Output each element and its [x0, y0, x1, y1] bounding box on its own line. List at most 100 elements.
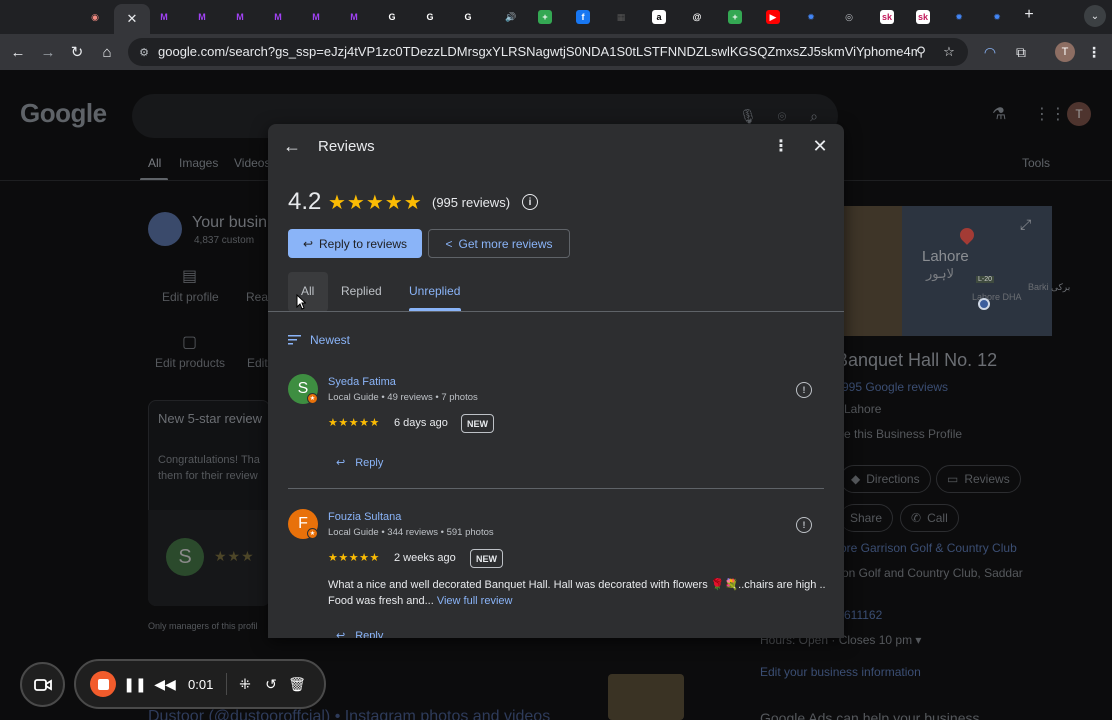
divider: [226, 673, 227, 695]
browser-tab[interactable]: M: [153, 6, 175, 28]
claim-profile-text[interactable]: e this Business Profile: [844, 427, 962, 441]
google-reviews-link[interactable]: 995 Google reviews: [842, 380, 948, 394]
labs-flask-icon[interactable]: ⚗: [992, 104, 1006, 124]
extension-icon[interactable]: ◠: [980, 42, 1000, 62]
browser-tab[interactable]: M: [305, 6, 327, 28]
reload-icon[interactable]: ↻: [67, 42, 87, 62]
reviewer-name[interactable]: Syeda Fatima: [328, 376, 396, 388]
business-photo[interactable]: [840, 206, 902, 336]
directions-button[interactable]: ◆ Directions: [840, 465, 931, 493]
browser-tab[interactable]: M: [267, 6, 289, 28]
browser-tab[interactable]: M: [343, 6, 365, 28]
active-tab[interactable]: ✕: [114, 4, 150, 34]
edit-profile-action[interactable]: Edit profile: [162, 290, 219, 304]
close-icon[interactable]: ✕: [810, 136, 830, 156]
location-icon[interactable]: ⚲: [912, 43, 930, 61]
google-logo[interactable]: Google: [20, 98, 107, 129]
browser-tab[interactable]: ✹: [986, 6, 1008, 28]
new-tab-button[interactable]: +: [1018, 6, 1040, 24]
browser-tab[interactable]: ◎: [838, 6, 860, 28]
pause-icon[interactable]: ❚❚: [123, 675, 146, 693]
edit-action[interactable]: Edit: [247, 356, 268, 370]
expand-map-icon[interactable]: ⤢: [1020, 216, 1031, 233]
bookmark-star-icon[interactable]: ☆: [940, 43, 958, 61]
browser-tab[interactable]: G: [419, 6, 441, 28]
rewind-icon[interactable]: ◀◀: [154, 675, 176, 693]
more-options-icon[interactable]: ⋮: [772, 136, 790, 156]
browser-tab[interactable]: M: [229, 6, 251, 28]
restart-icon[interactable]: ↺: [262, 675, 280, 693]
browser-tab[interactable]: f: [572, 6, 594, 28]
result-thumbnail[interactable]: [608, 674, 684, 720]
browser-tab[interactable]: 🔊: [500, 6, 522, 28]
reviewer-name[interactable]: Fouzia Sultana: [328, 511, 401, 523]
back-arrow-icon[interactable]: ←: [282, 136, 302, 156]
google-account-avatar[interactable]: T: [1067, 102, 1091, 126]
reply-button[interactable]: ↩ Reply: [336, 456, 383, 470]
reply-to-reviews-button[interactable]: ↩ Reply to reviews: [288, 229, 422, 258]
instagram-result-link[interactable]: Dustoor (@dustooroffcial) • Instagram ph…: [148, 708, 550, 720]
browser-tab[interactable]: ✹: [948, 6, 970, 28]
browser-tab[interactable]: M: [191, 6, 213, 28]
browser-tab[interactable]: +: [534, 6, 556, 28]
browser-tab[interactable]: @: [686, 6, 708, 28]
site-info-icon[interactable]: ⚙: [136, 44, 152, 60]
reviews-button[interactable]: ▭ Reviews: [936, 465, 1021, 493]
get-more-reviews-button[interactable]: < Get more reviews: [428, 229, 570, 258]
forward-icon[interactable]: →: [38, 42, 58, 62]
browser-tab[interactable]: sk: [876, 6, 898, 28]
edit-products-action[interactable]: Edit products: [155, 356, 225, 370]
mic-icon[interactable]: 🎙: [738, 106, 758, 126]
close-tab-icon[interactable]: ✕: [127, 11, 138, 27]
stop-recording-button[interactable]: [90, 671, 116, 697]
reply-to-reviews-label: Reply to reviews: [319, 236, 408, 251]
search-icon[interactable]: ⌕: [804, 106, 824, 126]
search-tab-images[interactable]: Images: [179, 156, 218, 170]
share-button[interactable]: Share: [840, 504, 894, 532]
browser-tab[interactable]: G: [381, 6, 403, 28]
search-tab-videos[interactable]: Videos: [234, 156, 270, 170]
search-tab-all[interactable]: All: [148, 156, 161, 170]
report-icon[interactable]: !: [796, 517, 812, 533]
address-link[interactable]: ore Garrison Golf & Country Club: [840, 541, 1017, 555]
phone-number[interactable]: 611162: [844, 608, 882, 622]
grid-dots-icon[interactable]: ⁜: [236, 675, 254, 693]
profile-avatar[interactable]: T: [1055, 42, 1075, 62]
lens-icon[interactable]: ⌾: [772, 106, 792, 126]
call-button[interactable]: ✆ Call: [900, 504, 959, 532]
sort-icon[interactable]: [288, 334, 302, 346]
browser-tab-bar: ✕ + ⌄ ◉ M M M M M M G G G 🔊 + f ▦ a @ + ▶ ✹ ◎ sk sk ✹ ✹: [0, 0, 1112, 34]
edit-business-info-link[interactable]: Edit your business information: [760, 665, 921, 679]
address-bar[interactable]: ⚙ google.com/search?gs_ssp=eJzj4tVP1zc0T…: [128, 38, 968, 66]
tab-replied[interactable]: Replied: [341, 284, 382, 298]
browser-tab[interactable]: G: [457, 6, 479, 28]
browser-tab[interactable]: sk: [912, 6, 934, 28]
m-icon: M: [312, 12, 320, 22]
back-icon[interactable]: ←: [8, 42, 28, 62]
tab-search-button[interactable]: ⌄: [1084, 5, 1106, 27]
review-icon: ▭: [947, 472, 959, 486]
reviews-label: Reviews: [964, 472, 1010, 486]
sort-dropdown[interactable]: Newest: [310, 333, 350, 347]
record-icon: ◉: [91, 11, 99, 22]
camera-toggle-button[interactable]: [20, 662, 65, 707]
tab-unreplied[interactable]: Unreplied: [409, 284, 460, 298]
browser-tab[interactable]: ▦: [610, 6, 632, 28]
review-item: S ★ Syeda Fatima Local Guide • 49 review…: [288, 374, 824, 474]
browser-tab[interactable]: ◉: [84, 6, 106, 28]
trash-icon[interactable]: 🗑: [288, 675, 306, 693]
browser-tab[interactable]: +: [724, 6, 746, 28]
extensions-puzzle-icon[interactable]: ⧉: [1011, 42, 1031, 62]
home-icon[interactable]: ⌂: [97, 42, 117, 62]
browser-tab[interactable]: a: [648, 6, 670, 28]
view-full-review-link[interactable]: View full review: [437, 595, 513, 607]
tools-button[interactable]: Tools: [1022, 156, 1050, 170]
info-icon[interactable]: i: [522, 194, 538, 210]
apps-grid-icon[interactable]: ⋮⋮: [1034, 104, 1066, 124]
reply-button[interactable]: ↩ Reply: [336, 629, 383, 639]
url-text[interactable]: google.com/search?gs_ssp=eJzj4tVP1zc0TDe…: [158, 44, 918, 59]
browser-tab[interactable]: ▶: [762, 6, 784, 28]
browser-tab[interactable]: ✹: [800, 6, 822, 28]
chrome-menu-icon[interactable]: ⋮: [1084, 42, 1104, 62]
report-icon[interactable]: !: [796, 382, 812, 398]
